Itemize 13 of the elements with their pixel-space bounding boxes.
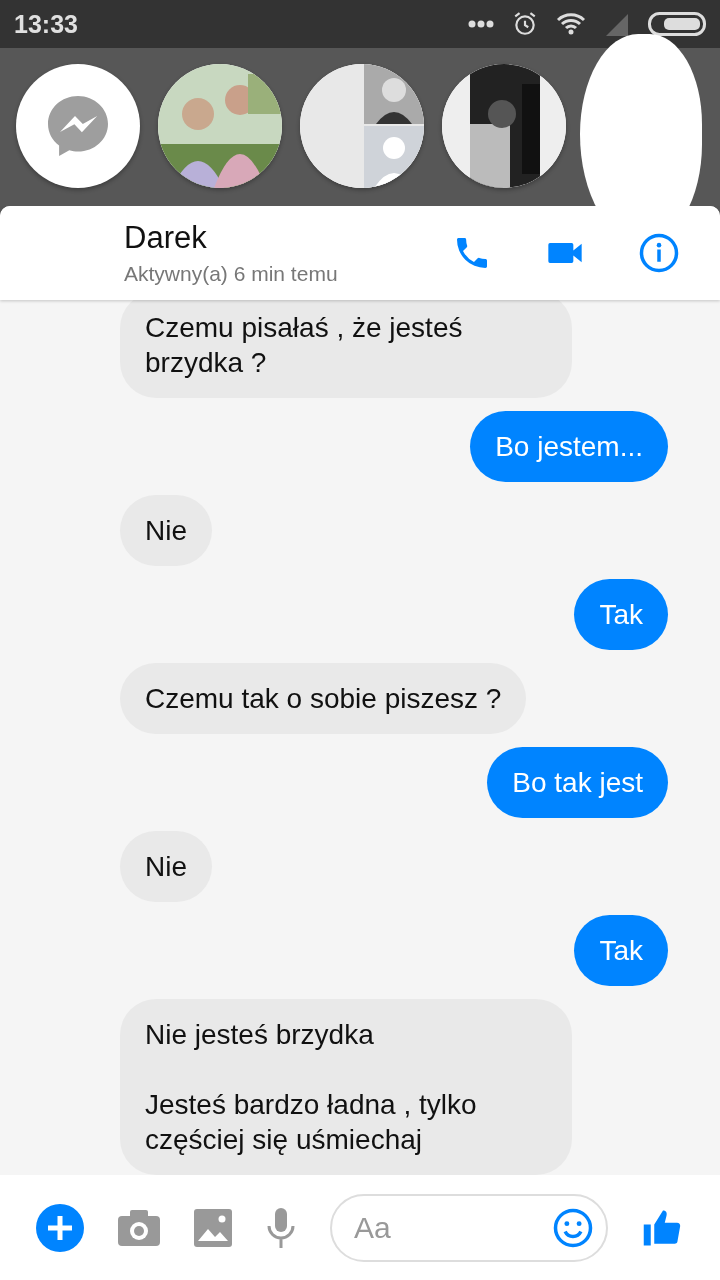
- message-bubble: Tak: [574, 579, 668, 650]
- message-bubble: Bo jestem...: [470, 411, 668, 482]
- clock-time: 13:33: [14, 9, 79, 39]
- message-bubble: Bo tak jest: [487, 747, 668, 818]
- active-status: Aktywny(a) 6 min temu: [124, 262, 339, 286]
- message-bubble: Czemu tak o sobie piszesz ?: [120, 663, 527, 734]
- message-bubble: Nie: [120, 831, 212, 902]
- message-bubble: Czemu pisałaś , że jesteś brzydka ?: [120, 300, 572, 398]
- message-bubble: Nie: [120, 495, 212, 566]
- message-input-field[interactable]: Aa: [330, 1193, 608, 1262]
- message-bubble: Tak: [574, 915, 668, 986]
- message-bubble: Nie jesteś brzydka Jesteś bardzo ładna , tylko częściej się uśmiechaj: [120, 999, 572, 1175]
- contact-name: Darek: [124, 220, 208, 256]
